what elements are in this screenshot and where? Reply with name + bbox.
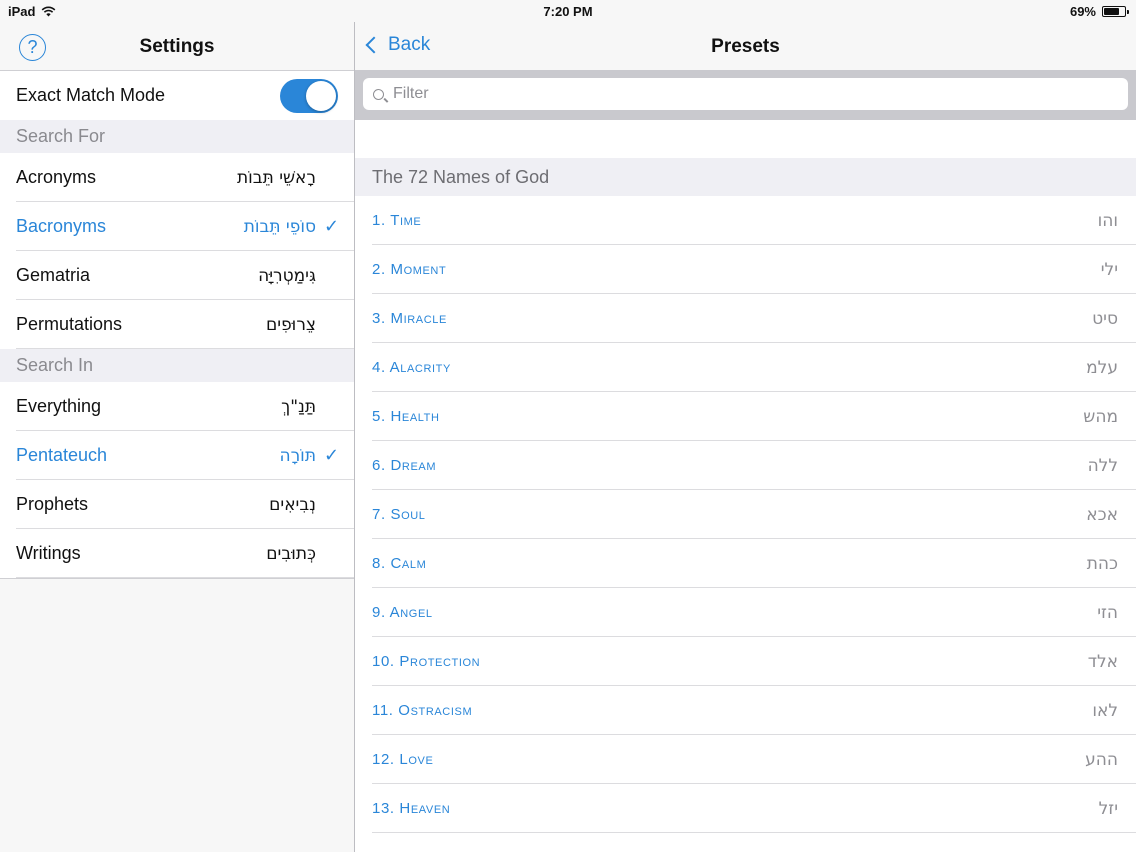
option-hebrew: סוֹפֵי תֵּבוֹת <box>243 216 316 237</box>
preset-row[interactable]: 7. Soul אכא <box>355 490 1136 539</box>
option-label: Pentateuch <box>16 445 108 465</box>
option-hebrew: נְבִיאִים <box>269 494 316 515</box>
preset-row[interactable]: 5. Health מהש <box>355 392 1136 441</box>
option-row-writings[interactable]: Writings כְּתוּבִים <box>0 529 354 578</box>
preset-name: 2. Moment <box>372 261 447 278</box>
filter-input[interactable] <box>393 85 1093 103</box>
preset-hebrew: הזי <box>1097 602 1118 623</box>
option-label: Bacronyms <box>16 216 107 236</box>
exact-match-toggle[interactable] <box>280 78 338 113</box>
option-label: Gematria <box>16 265 91 285</box>
search-in-list: Everything תַּנַ"ךְ Pentateuch תּוֹרָה ✓ Prop… <box>0 382 354 578</box>
preset-name: 1. Time <box>372 212 422 229</box>
preset-name: 7. Soul <box>372 506 426 523</box>
preset-hebrew: אכא <box>1086 504 1118 525</box>
option-row-prophets[interactable]: Prophets נְבִיאִים <box>0 480 354 529</box>
preset-hebrew: יזל <box>1098 798 1118 819</box>
preset-row[interactable]: 2. Moment ילי <box>355 245 1136 294</box>
option-label: Permutations <box>16 314 123 334</box>
preset-hebrew: מבה <box>1086 848 1118 852</box>
preset-hebrew: אלד <box>1087 651 1118 672</box>
option-row-pentateuch[interactable]: Pentateuch תּוֹרָה ✓ <box>0 431 354 480</box>
battery-icon <box>1102 6 1129 17</box>
presets-pane: Back Presets The 72 Names of God 1. Time… <box>355 22 1136 852</box>
search-for-list: Acronyms רָאשֵׁי תֵּבוֹת Bacronyms סוֹפֵי ת… <box>0 153 354 349</box>
group-header: The 72 Names of God <box>355 158 1136 196</box>
preset-row[interactable]: 6. Dream ללה <box>355 441 1136 490</box>
preset-hebrew: מהש <box>1083 406 1118 427</box>
preset-row[interactable]: 9. Angel הזי <box>355 588 1136 637</box>
status-time: 7:20 PM <box>543 4 593 19</box>
checkmark-icon: ✓ <box>324 216 340 236</box>
preset-hebrew: ההע <box>1085 749 1118 770</box>
settings-nav-bar: ? Settings <box>0 22 354 71</box>
option-label: Prophets <box>16 494 89 514</box>
battery-percent: 69% <box>1069 4 1096 19</box>
preset-name: 6. Dream <box>372 457 437 474</box>
checkmark-icon: ✓ <box>324 445 340 465</box>
status-right: 69% <box>1069 4 1129 19</box>
option-hebrew: תּוֹרָה <box>279 445 316 466</box>
exact-match-label: Exact Match Mode <box>16 85 166 105</box>
preset-row[interactable]: 14. Warמבה <box>355 833 1136 852</box>
preset-row[interactable]: 4. Alacrity עלמ <box>355 343 1136 392</box>
option-hebrew: כְּתוּבִים <box>266 543 316 564</box>
search-icon <box>373 88 384 100</box>
preset-name: 3. Miracle <box>372 310 447 327</box>
presets-nav-bar: Back Presets <box>355 22 1136 70</box>
option-hebrew: תַּנַ"ךְ <box>281 396 316 417</box>
filter-field[interactable] <box>363 78 1128 110</box>
option-label: Writings <box>16 543 81 563</box>
preset-hebrew: כהת <box>1086 553 1118 574</box>
preset-hebrew: עלמ <box>1086 357 1118 378</box>
filter-bar <box>355 70 1136 120</box>
row-separator <box>16 348 354 349</box>
settings-bottom-border <box>0 578 354 579</box>
preset-name: 8. Calm <box>372 555 427 572</box>
preset-row[interactable]: 1. Time והו <box>355 196 1136 245</box>
option-hebrew: רָאשֵׁי תֵּבוֹת <box>236 167 316 188</box>
preset-row[interactable]: 12. Love ההע <box>355 735 1136 784</box>
row-separator <box>16 577 354 578</box>
preset-name: 11. Ostracism <box>372 702 473 719</box>
option-row-everything[interactable]: Everything תַּנַ"ךְ <box>0 382 354 431</box>
preset-name: 4. Alacrity <box>372 359 451 376</box>
preset-name: 10. Protection <box>372 653 481 670</box>
search-in-header: Search In <box>0 349 354 382</box>
option-label: Everything <box>16 396 102 416</box>
preset-row[interactable]: 10. Protection אלד <box>355 637 1136 686</box>
preset-hebrew: סיט <box>1092 308 1118 329</box>
preset-row[interactable]: 8. Calm כהת <box>355 539 1136 588</box>
option-hebrew: גִּימַטְרִיָּה <box>258 265 316 286</box>
preset-name: 12. Love <box>372 751 434 768</box>
preset-name: 13. Heaven <box>372 800 451 817</box>
option-label: Acronyms <box>16 167 97 187</box>
settings-pane: ? Settings Exact Match Mode Search For A… <box>0 22 354 852</box>
presets-title: Presets <box>711 36 780 57</box>
option-hebrew: צֵרוּפִים <box>265 314 316 335</box>
preset-row[interactable]: 3. Miracle סיט <box>355 294 1136 343</box>
preset-row[interactable]: 11. Ostracism לאו <box>355 686 1136 735</box>
preset-list: 1. Time והו 2. Moment ילי 3. Miracle סיט 4. Al… <box>355 196 1136 852</box>
option-row-acronyms[interactable]: Acronyms רָאשֵׁי תֵּבוֹת <box>0 153 354 202</box>
option-row-permutations[interactable]: Permutations צֵרוּפִים <box>0 300 354 349</box>
battery-fill <box>1104 8 1120 15</box>
option-row-bacronyms[interactable]: Bacronyms סוֹפֵי תֵּבוֹת ✓ <box>0 202 354 251</box>
preset-hebrew: ללה <box>1087 455 1118 476</box>
status-bar: iPad 7:20 PM 69% <box>0 0 1136 22</box>
preset-hebrew: ילי <box>1100 259 1118 280</box>
option-row-gematria[interactable]: Gematria גִּימַטְרִיָּה <box>0 251 354 300</box>
preset-name: 9. Angel <box>372 604 433 621</box>
exact-match-row: Exact Match Mode <box>0 71 354 120</box>
spacer <box>355 120 1136 158</box>
preset-name: 5. Health <box>372 408 440 425</box>
preset-hebrew: והו <box>1097 210 1118 231</box>
preset-row[interactable]: 13. Heaven יזל <box>355 784 1136 833</box>
search-for-header: Search For <box>0 120 354 153</box>
toggle-knob <box>306 80 336 111</box>
preset-hebrew: לאו <box>1092 700 1118 721</box>
settings-title: Settings <box>139 36 215 57</box>
